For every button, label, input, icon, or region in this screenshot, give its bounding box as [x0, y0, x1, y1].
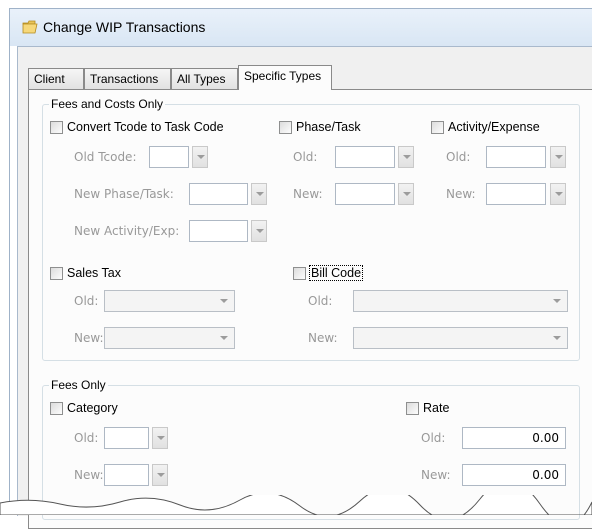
activity-new-label: New: — [446, 187, 476, 201]
checkbox-box[interactable] — [50, 120, 63, 134]
phase-task-checkbox[interactable]: Phase/Task — [279, 119, 361, 135]
category-old-label: Old: — [74, 431, 99, 445]
bill-code-old-select[interactable] — [353, 290, 568, 312]
checkbox-box[interactable] — [50, 401, 63, 415]
new-activity-exp-input[interactable] — [189, 220, 248, 242]
tab-specific-types[interactable]: Specific Types — [238, 65, 332, 90]
rate-new-label: New: — [421, 468, 451, 482]
activity-old-input[interactable] — [486, 146, 546, 168]
category-new-label: New: — [74, 468, 104, 482]
new-phase-task-input[interactable] — [189, 183, 248, 205]
old-tcode-label: Old Tcode: — [74, 150, 137, 164]
activity-old-dropdown-button[interactable] — [550, 146, 566, 168]
category-label: Category — [67, 401, 118, 415]
new-phase-task-dropdown-button[interactable] — [251, 183, 267, 205]
activity-expense-label: Activity/Expense — [448, 120, 540, 134]
bill-new-label: New: — [308, 331, 338, 345]
window-title: Change WIP Transactions — [43, 19, 206, 35]
sales-new-label: New: — [74, 331, 104, 345]
category-new-input[interactable] — [104, 464, 149, 486]
checkbox-box[interactable] — [406, 401, 419, 415]
bill-code-label: Bill Code — [308, 265, 364, 281]
rate-checkbox[interactable]: Rate — [406, 400, 449, 416]
bill-code-new-select[interactable] — [353, 327, 568, 349]
checkbox-box[interactable] — [279, 120, 292, 134]
tab-all-types[interactable]: All Types — [171, 68, 238, 89]
phase-old-input[interactable] — [335, 146, 395, 168]
activity-new-input[interactable] — [486, 183, 546, 205]
checkbox-box[interactable] — [50, 266, 63, 280]
convert-tcode-checkbox[interactable]: Convert Tcode to Task Code — [50, 119, 224, 135]
convert-tcode-label: Convert Tcode to Task Code — [67, 120, 224, 134]
fees-only-legend: Fees Only — [49, 378, 108, 392]
phase-new-dropdown-button[interactable] — [398, 183, 414, 205]
chevron-down-icon — [549, 291, 565, 311]
sales-tax-old-select[interactable] — [104, 290, 235, 312]
bill-code-checkbox[interactable]: Bill Code — [293, 265, 364, 281]
checkbox-box[interactable] — [431, 120, 444, 134]
category-new-dropdown-button[interactable] — [152, 464, 168, 486]
activity-new-dropdown-button[interactable] — [550, 183, 566, 205]
sales-tax-label: Sales Tax — [67, 266, 121, 280]
fees-and-costs-group: Fees and Costs Only Convert Tcode to Tas… — [42, 97, 580, 361]
new-activity-exp-label: New Activity/Exp: — [74, 224, 180, 238]
phase-old-label: Old: — [293, 150, 318, 164]
sales-old-label: Old: — [74, 294, 99, 308]
phase-new-label: New: — [293, 187, 323, 201]
category-old-input[interactable] — [104, 427, 149, 449]
torn-edge — [0, 495, 592, 515]
dialog-body: Client Transactions All Types Specific T… — [17, 46, 592, 529]
change-wip-window: Change WIP Transactions Client Transacti… — [9, 8, 592, 529]
checkbox-box[interactable] — [293, 266, 306, 280]
rate-old-input[interactable]: 0.00 — [462, 427, 566, 449]
category-old-dropdown-button[interactable] — [152, 427, 168, 449]
phase-old-dropdown-button[interactable] — [398, 146, 414, 168]
tab-client[interactable]: Client — [28, 68, 84, 89]
activity-expense-checkbox[interactable]: Activity/Expense — [431, 119, 540, 135]
chevron-down-icon — [549, 328, 565, 348]
title-bar[interactable]: Change WIP Transactions — [10, 9, 592, 46]
activity-old-label: Old: — [446, 150, 471, 164]
rate-old-label: Old: — [421, 431, 446, 445]
fees-and-costs-legend: Fees and Costs Only — [49, 97, 166, 111]
chevron-down-icon — [216, 328, 232, 348]
sales-tax-new-select[interactable] — [104, 327, 235, 349]
phase-new-input[interactable] — [335, 183, 395, 205]
chevron-down-icon — [216, 291, 232, 311]
specific-types-panel: Fees and Costs Only Convert Tcode to Tas… — [28, 89, 592, 529]
old-tcode-dropdown-button[interactable] — [192, 146, 208, 168]
new-activity-exp-dropdown-button[interactable] — [251, 220, 267, 242]
rate-new-input[interactable]: 0.00 — [462, 464, 566, 486]
bill-old-label: Old: — [308, 294, 333, 308]
sales-tax-checkbox[interactable]: Sales Tax — [50, 265, 121, 281]
new-phase-task-label: New Phase/Task: — [74, 187, 174, 201]
tab-transactions[interactable]: Transactions — [84, 68, 171, 89]
rate-label: Rate — [423, 401, 450, 415]
old-tcode-input[interactable] — [149, 146, 189, 168]
folder-icon — [22, 20, 38, 34]
category-checkbox[interactable]: Category — [50, 400, 118, 416]
phase-task-label: Phase/Task — [296, 120, 361, 134]
